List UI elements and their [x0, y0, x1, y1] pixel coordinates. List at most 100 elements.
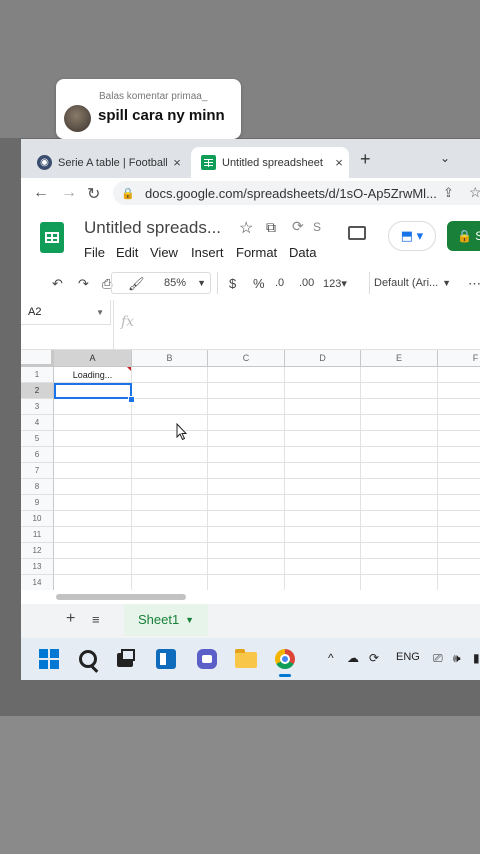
menu-view[interactable]: View [150, 245, 178, 260]
add-sheet-button[interactable]: + [66, 610, 75, 628]
font-select[interactable]: Default (Ari... ▼ [369, 272, 455, 294]
chevron-down-icon: ▼ [197, 278, 206, 288]
more-icon[interactable]: ⋯ [468, 276, 480, 292]
windows-taskbar: ^ ☁ ⟳ ENG ⎚ 🕪 ▮ [21, 638, 480, 680]
row-header[interactable]: 2 [21, 383, 54, 399]
sync-status-icon[interactable]: ⟳ [292, 218, 304, 235]
row-header[interactable]: 8 [21, 479, 54, 495]
reply-label: Balas komentar primaa_ [99, 91, 208, 102]
task-view-icon[interactable] [117, 649, 135, 667]
row-header[interactable]: 14 [21, 575, 54, 591]
menu-insert[interactable]: Insert [191, 245, 224, 260]
zoom-select[interactable]: 85% ▼ [111, 272, 211, 294]
gridline [54, 414, 480, 415]
reload-icon[interactable]: ↻ [87, 184, 100, 204]
volume-icon[interactable]: 🕪 [453, 651, 461, 666]
battery-icon[interactable]: ▮ [473, 651, 480, 665]
column-header-d[interactable]: D [285, 350, 361, 367]
star-icon[interactable]: ☆ [239, 218, 253, 238]
cell-a1[interactable]: Loading... [55, 367, 130, 383]
redo-icon[interactable]: ↷ [78, 276, 89, 292]
row-header[interactable]: 6 [21, 447, 54, 463]
select-all-corner[interactable] [21, 350, 54, 367]
row-header[interactable]: 3 [21, 399, 54, 415]
network-icon[interactable]: ⎚ [433, 651, 443, 666]
teams-chat-icon[interactable] [197, 649, 217, 669]
tab-strip: ◉ Serie A table | Football × Untitled sp… [21, 139, 480, 178]
close-icon[interactable]: × [167, 155, 187, 170]
column-header-c[interactable]: C [208, 350, 285, 367]
sheets-logo-icon[interactable] [40, 222, 64, 253]
decrease-decimal-button[interactable]: .0 [275, 277, 284, 289]
menu-file[interactable]: File [84, 245, 105, 260]
onedrive-cloud-icon[interactable]: ☁ [347, 651, 359, 665]
saving-status-fragment: S [313, 220, 322, 234]
column-header-b[interactable]: B [132, 350, 208, 367]
name-box[interactable]: A2 ▼ [21, 300, 111, 325]
windows-start-icon[interactable] [39, 649, 59, 669]
address-bar-row: ← → ↻ 🔒 docs.google.com/spreadsheets/d/1… [21, 178, 480, 208]
tab-search-button[interactable]: ⌄ [440, 151, 450, 165]
forward-arrow-icon[interactable]: → [61, 184, 77, 202]
undo-icon[interactable]: ↶ [52, 276, 63, 292]
chevron-down-icon[interactable]: ▼ [185, 604, 194, 636]
present-icon: ⬒ ▾ [400, 228, 424, 243]
doc-title[interactable]: Untitled spreads... [84, 218, 221, 238]
share-button[interactable]: 🔒 S [447, 221, 480, 251]
row-header[interactable]: 4 [21, 415, 54, 431]
site-favicon-icon: ◉ [37, 155, 52, 170]
row-header[interactable]: 13 [21, 559, 54, 575]
chrome-icon[interactable] [275, 649, 295, 669]
more-formats-button[interactable]: 123▾ [323, 277, 347, 290]
menu-data[interactable]: Data [289, 245, 316, 260]
move-folder-icon[interactable]: ⧉ [266, 219, 276, 236]
all-sheets-button[interactable]: ≡ [92, 612, 100, 627]
gridline [54, 446, 480, 447]
bookmark-star-icon[interactable]: ☆ [469, 184, 480, 201]
increase-decimal-button[interactable]: .00 [299, 277, 314, 289]
lock-icon[interactable]: 🔒 [121, 187, 139, 200]
active-app-indicator [279, 674, 291, 677]
file-explorer-icon[interactable] [235, 649, 257, 668]
horizontal-scrollbar[interactable] [21, 590, 480, 604]
row-header[interactable]: 10 [21, 511, 54, 527]
row-header[interactable]: 5 [21, 431, 54, 447]
divider [113, 300, 114, 349]
present-button[interactable]: ⬒ ▾ [388, 221, 436, 251]
browser-window: ◉ Serie A table | Football × Untitled sp… [21, 139, 480, 680]
comment-history-icon[interactable] [348, 226, 366, 240]
spreadsheet-grid[interactable]: A B C D E F 1 2 3 4 5 6 7 8 9 10 11 12 1… [21, 350, 480, 591]
cell-note-marker-icon [127, 367, 131, 371]
close-icon[interactable]: × [329, 155, 349, 170]
row-header[interactable]: 11 [21, 527, 54, 543]
column-header-a[interactable]: A [54, 350, 132, 367]
tab-serie-a[interactable]: ◉ Serie A table | Football × [27, 147, 187, 178]
scrollbar-thumb[interactable] [56, 594, 186, 600]
menu-format[interactable]: Format [236, 245, 277, 260]
row-header[interactable]: 1 [21, 367, 54, 383]
percent-button[interactable]: % [253, 276, 265, 291]
omnibox[interactable]: 🔒 docs.google.com/spreadsheets/d/1sO-Ap5… [113, 181, 480, 205]
selected-cell-a2[interactable] [54, 383, 132, 399]
share-page-icon[interactable]: ⇪ [443, 185, 454, 201]
name-box-value: A2 [28, 306, 42, 318]
back-arrow-icon[interactable]: ← [33, 184, 49, 202]
column-header-e[interactable]: E [361, 350, 438, 367]
fill-handle[interactable] [128, 396, 135, 403]
language-indicator[interactable]: ENG [396, 651, 420, 663]
tab-untitled-spreadsheet[interactable]: Untitled spreadsheet × [191, 147, 349, 178]
row-header[interactable]: 12 [21, 543, 54, 559]
menu-edit[interactable]: Edit [116, 245, 138, 260]
search-icon[interactable] [79, 650, 97, 668]
tray-overflow-icon[interactable]: ^ [328, 651, 334, 665]
sync-tray-icon[interactable]: ⟳ [369, 651, 379, 665]
currency-button[interactable]: $ [229, 276, 236, 291]
gridline [54, 510, 480, 511]
widgets-icon[interactable] [156, 649, 176, 669]
sheet-tab-label: Sheet1 [138, 612, 180, 627]
column-header-f[interactable]: F [438, 350, 480, 367]
row-header[interactable]: 9 [21, 495, 54, 511]
row-header[interactable]: 7 [21, 463, 54, 479]
new-tab-button[interactable]: + [360, 149, 371, 170]
tab-sheet1[interactable]: Sheet1 ▼ [124, 604, 208, 636]
